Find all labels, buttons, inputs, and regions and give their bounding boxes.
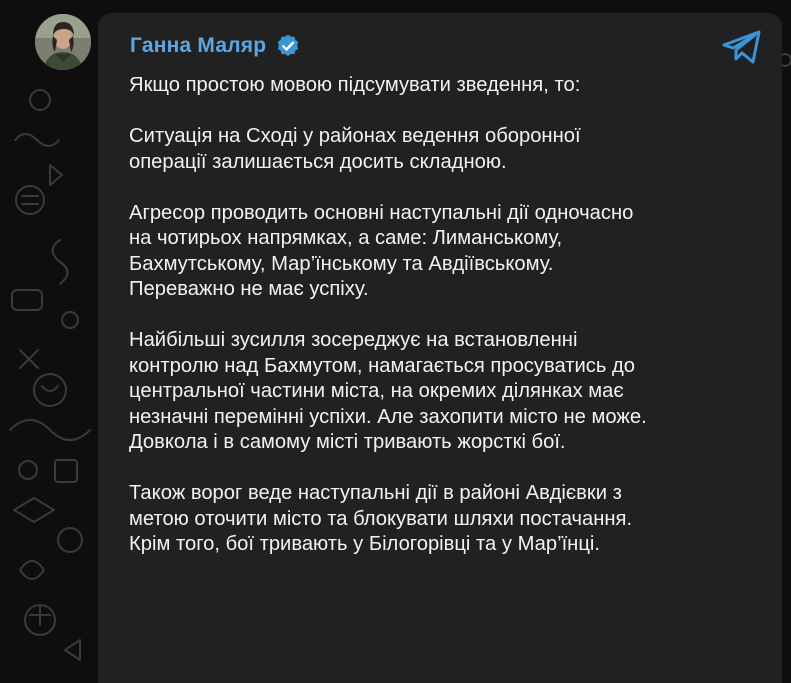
message-paragraph: Якщо простою мовою підсумувати зведення,… (129, 73, 769, 99)
message-line: метою оточити місто та блокувати шляхи п… (129, 507, 633, 530)
author-name[interactable]: Ганна Маляр (130, 34, 266, 58)
message-line: Найбільші зусилля зосереджує на встановл… (129, 329, 578, 351)
message-line: незначні перемінні успіхи. Але захопити … (129, 405, 647, 428)
message-line: Крім того, бої тривають у Білогорівці та… (129, 533, 600, 555)
message-line: Бахмутському, Мар’їнському та Авдіївсько… (129, 252, 554, 275)
message-paragraph: Найбільші зусилля зосереджує на встановл… (129, 328, 769, 456)
message-header: Ганна Маляр (130, 33, 301, 59)
message-line: Якщо простою мовою підсумувати зведення,… (129, 74, 581, 96)
message-line: Довкола і в самому місті тривають жорстк… (129, 431, 566, 453)
message-line: на чотирьох напрямках, а саме: Лимансько… (129, 227, 563, 249)
message-line: Ситуація на Сході у районах ведення обор… (129, 125, 581, 147)
message-line: центральної частини міста, на окремих ді… (129, 380, 624, 402)
message-text: Якщо простою мовою підсумувати зведення,… (129, 73, 769, 583)
message-line: Також ворог веде наступальні дії в район… (129, 482, 622, 504)
message-line: операції залишається досить складною. (129, 150, 507, 173)
message-line: контролю над Бахмутом, намагається просу… (129, 354, 636, 377)
message-line: Переважно не має успіху. (129, 278, 369, 300)
message-line: Агресор проводить основні наступальні ді… (129, 201, 634, 224)
author-avatar[interactable] (35, 14, 91, 70)
message-paragraph: Ситуація на Сході у районах ведення обор… (129, 124, 769, 175)
message-bubble: Ганна Маляр Якщо простою мовою підсумува… (98, 13, 782, 683)
message-paragraph: Також ворог веде наступальні дії в район… (129, 481, 769, 558)
message-paragraph: Агресор проводить основні наступальні ді… (129, 201, 769, 303)
avatar-photo (35, 14, 91, 70)
verified-badge-icon (278, 34, 299, 57)
telegram-icon (722, 30, 761, 64)
